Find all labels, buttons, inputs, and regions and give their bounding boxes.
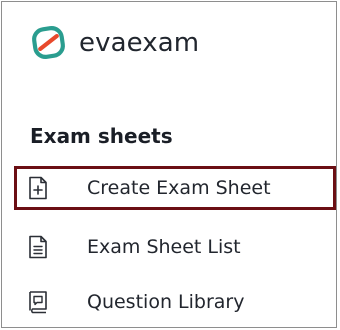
nav-item-label: Question Library (87, 291, 245, 313)
nav-item-question-library[interactable]: Question Library (14, 280, 336, 324)
document-list-icon (29, 235, 47, 259)
evaexam-logo-icon (32, 26, 65, 59)
sidebar-frame: evaexam Exam sheets Create Exam Sheet Ex… (1, 1, 337, 328)
nav-item-exam-sheet-list[interactable]: Exam Sheet List (14, 225, 336, 269)
add-document-icon (29, 176, 47, 200)
brand-name: evaexam (79, 27, 200, 58)
brand-logo[interactable]: evaexam (30, 24, 199, 61)
nav-item-create-exam-sheet[interactable]: Create Exam Sheet (14, 166, 336, 210)
nav-item-label: Exam Sheet List (87, 236, 241, 258)
question-library-icon (29, 291, 47, 314)
nav-item-label: Create Exam Sheet (87, 177, 271, 199)
section-title: Exam sheets (30, 124, 173, 148)
